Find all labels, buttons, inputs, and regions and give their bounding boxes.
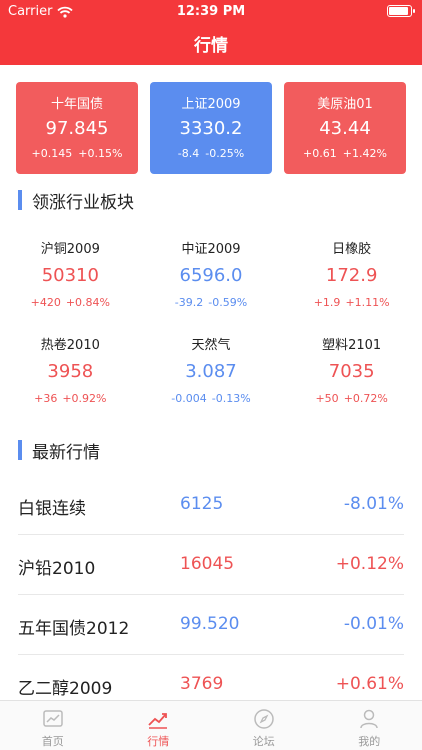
compass-icon: [254, 709, 274, 729]
tab-forum-label: 论坛: [252, 735, 275, 748]
sector-change-percent: +0.84%: [65, 296, 111, 309]
sector-change: -0.004 -0.13%: [141, 392, 282, 405]
sector-change-percent: +0.92%: [62, 392, 107, 405]
sector-name: 热卷2010: [40, 338, 100, 353]
latest-section-title: 最新行情: [18, 439, 100, 463]
sector-change-percent: +0.72%: [343, 392, 388, 405]
sector-change-value: +50: [315, 392, 339, 405]
sector-price: 3958: [47, 361, 94, 382]
sector-change: -39.2 -0.59%: [141, 296, 282, 309]
chart-icon: [43, 710, 63, 727]
tab-mine[interactable]: 我的: [317, 701, 422, 750]
status-time: 12:39 PM: [176, 4, 246, 19]
sector-change: +50 +0.72%: [281, 392, 422, 405]
tab-home[interactable]: 首页: [0, 701, 106, 750]
card-name: 十年国债: [50, 97, 103, 112]
tab-mine-label: 我的: [358, 735, 381, 748]
quote-price: 6125: [180, 494, 224, 514]
card-change-value: +0.145: [31, 147, 73, 160]
card-change-percent: +1.42%: [342, 147, 387, 160]
card-change-percent: +0.15%: [78, 147, 123, 160]
sector-change: +1.9 +1.11%: [281, 296, 422, 309]
tab-forum[interactable]: 论坛: [211, 701, 317, 750]
sector-change-value: -0.004: [171, 392, 207, 405]
card-name: 美原油01: [317, 97, 373, 112]
latest-list: 白银连续 6125 -8.01% 沪铅2010 16045 +0.12% 五年国…: [0, 475, 422, 715]
page-title: 行情: [194, 36, 228, 56]
sector-change-percent: +1.11%: [345, 296, 390, 309]
sector-name: 天然气: [191, 338, 231, 353]
card-change-value: -8.4: [177, 147, 200, 160]
trend-icon: [148, 713, 168, 729]
card-name: 上证2009: [181, 97, 241, 112]
sector-item[interactable]: 天然气 3.087 -0.004 -0.13%: [141, 328, 282, 424]
quote-price: 99.520: [180, 614, 240, 634]
user-icon: [360, 709, 378, 729]
sectors-title: 领涨行业板块: [32, 192, 134, 213]
sector-change: +420 +0.84%: [0, 296, 141, 309]
quote-name: 乙二醇2009: [18, 679, 113, 699]
quote-row[interactable]: 白银连续 6125 -8.01%: [18, 475, 404, 535]
sector-item[interactable]: 沪铜2009 50310 +420 +0.84%: [0, 232, 141, 328]
sector-price: 6596.0: [179, 265, 243, 286]
app-header: Carrier 12:39 PM 行情: [0, 0, 422, 65]
card-change-value: +0.61: [303, 147, 337, 160]
section-marker: [18, 440, 22, 460]
battery-icon: [387, 5, 415, 17]
sector-name: 日橡胶: [332, 242, 372, 257]
quote-percent: +0.12%: [335, 554, 404, 574]
status-bar: Carrier 12:39 PM: [0, 0, 422, 22]
sectors-section-title: 领涨行业板块: [18, 189, 134, 213]
sector-change-value: +36: [34, 392, 58, 405]
sector-item[interactable]: 日橡胶 172.9 +1.9 +1.11%: [281, 232, 422, 328]
index-cards: 十年国债 97.845 +0.145 +0.15% 上证2009 3330.2 -…: [16, 82, 406, 174]
quote-name: 白银连续: [18, 499, 86, 519]
quote-percent: +0.61%: [335, 674, 404, 694]
sector-item[interactable]: 热卷2010 3958 +36 +0.92%: [0, 328, 141, 424]
quote-price: 3769: [180, 674, 224, 694]
tab-bar: 首页 行情 论坛 我的: [0, 700, 422, 750]
quote-name: 沪铅2010: [18, 559, 96, 579]
card-change: -8.4 -0.25%: [150, 147, 272, 160]
quote-name: 五年国债2012: [18, 619, 130, 639]
card-change-percent: -0.25%: [205, 147, 245, 160]
quote-percent: -0.01%: [343, 614, 404, 634]
card-price: 3330.2: [179, 118, 243, 139]
sector-price: 3.087: [185, 361, 237, 382]
index-card[interactable]: 美原油01 43.44 +0.61 +1.42%: [284, 82, 406, 174]
sector-change-value: +420: [30, 296, 61, 309]
section-marker: [18, 190, 22, 210]
sector-grid: 沪铜2009 50310 +420 +0.84% 中证2009 6596.0 -3…: [0, 232, 422, 424]
sector-change: +36 +0.92%: [0, 392, 141, 405]
latest-title: 最新行情: [32, 442, 100, 463]
sector-name: 塑料2101: [322, 338, 382, 353]
card-change: +0.145 +0.15%: [16, 147, 138, 160]
tab-market-label: 行情: [147, 735, 170, 748]
quote-percent: -8.01%: [343, 494, 404, 514]
sector-price: 172.9: [325, 265, 378, 286]
tab-home-label: 首页: [41, 735, 64, 748]
index-card[interactable]: 上证2009 3330.2 -8.4 -0.25%: [150, 82, 272, 174]
tab-market[interactable]: 行情: [106, 701, 212, 750]
sector-item[interactable]: 中证2009 6596.0 -39.2 -0.59%: [141, 232, 282, 328]
quote-row[interactable]: 五年国债2012 99.520 -0.01%: [18, 595, 404, 655]
card-change: +0.61 +1.42%: [284, 147, 406, 160]
sector-name: 中证2009: [181, 242, 241, 257]
sector-name: 沪铜2009: [40, 242, 100, 257]
sector-item[interactable]: 塑料2101 7035 +50 +0.72%: [281, 328, 422, 424]
sector-price: 7035: [328, 361, 375, 382]
sector-change-percent: -0.13%: [211, 392, 251, 405]
card-price: 97.845: [45, 118, 109, 139]
quote-row[interactable]: 沪铅2010 16045 +0.12%: [18, 535, 404, 595]
quote-price: 16045: [180, 554, 235, 574]
sector-price: 50310: [41, 265, 99, 286]
sector-change-value: +1.9: [313, 296, 341, 309]
card-price: 43.44: [319, 118, 371, 139]
index-card[interactable]: 十年国债 97.845 +0.145 +0.15%: [16, 82, 138, 174]
sector-change-value: -39.2: [174, 296, 204, 309]
sector-change-percent: -0.59%: [208, 296, 248, 309]
